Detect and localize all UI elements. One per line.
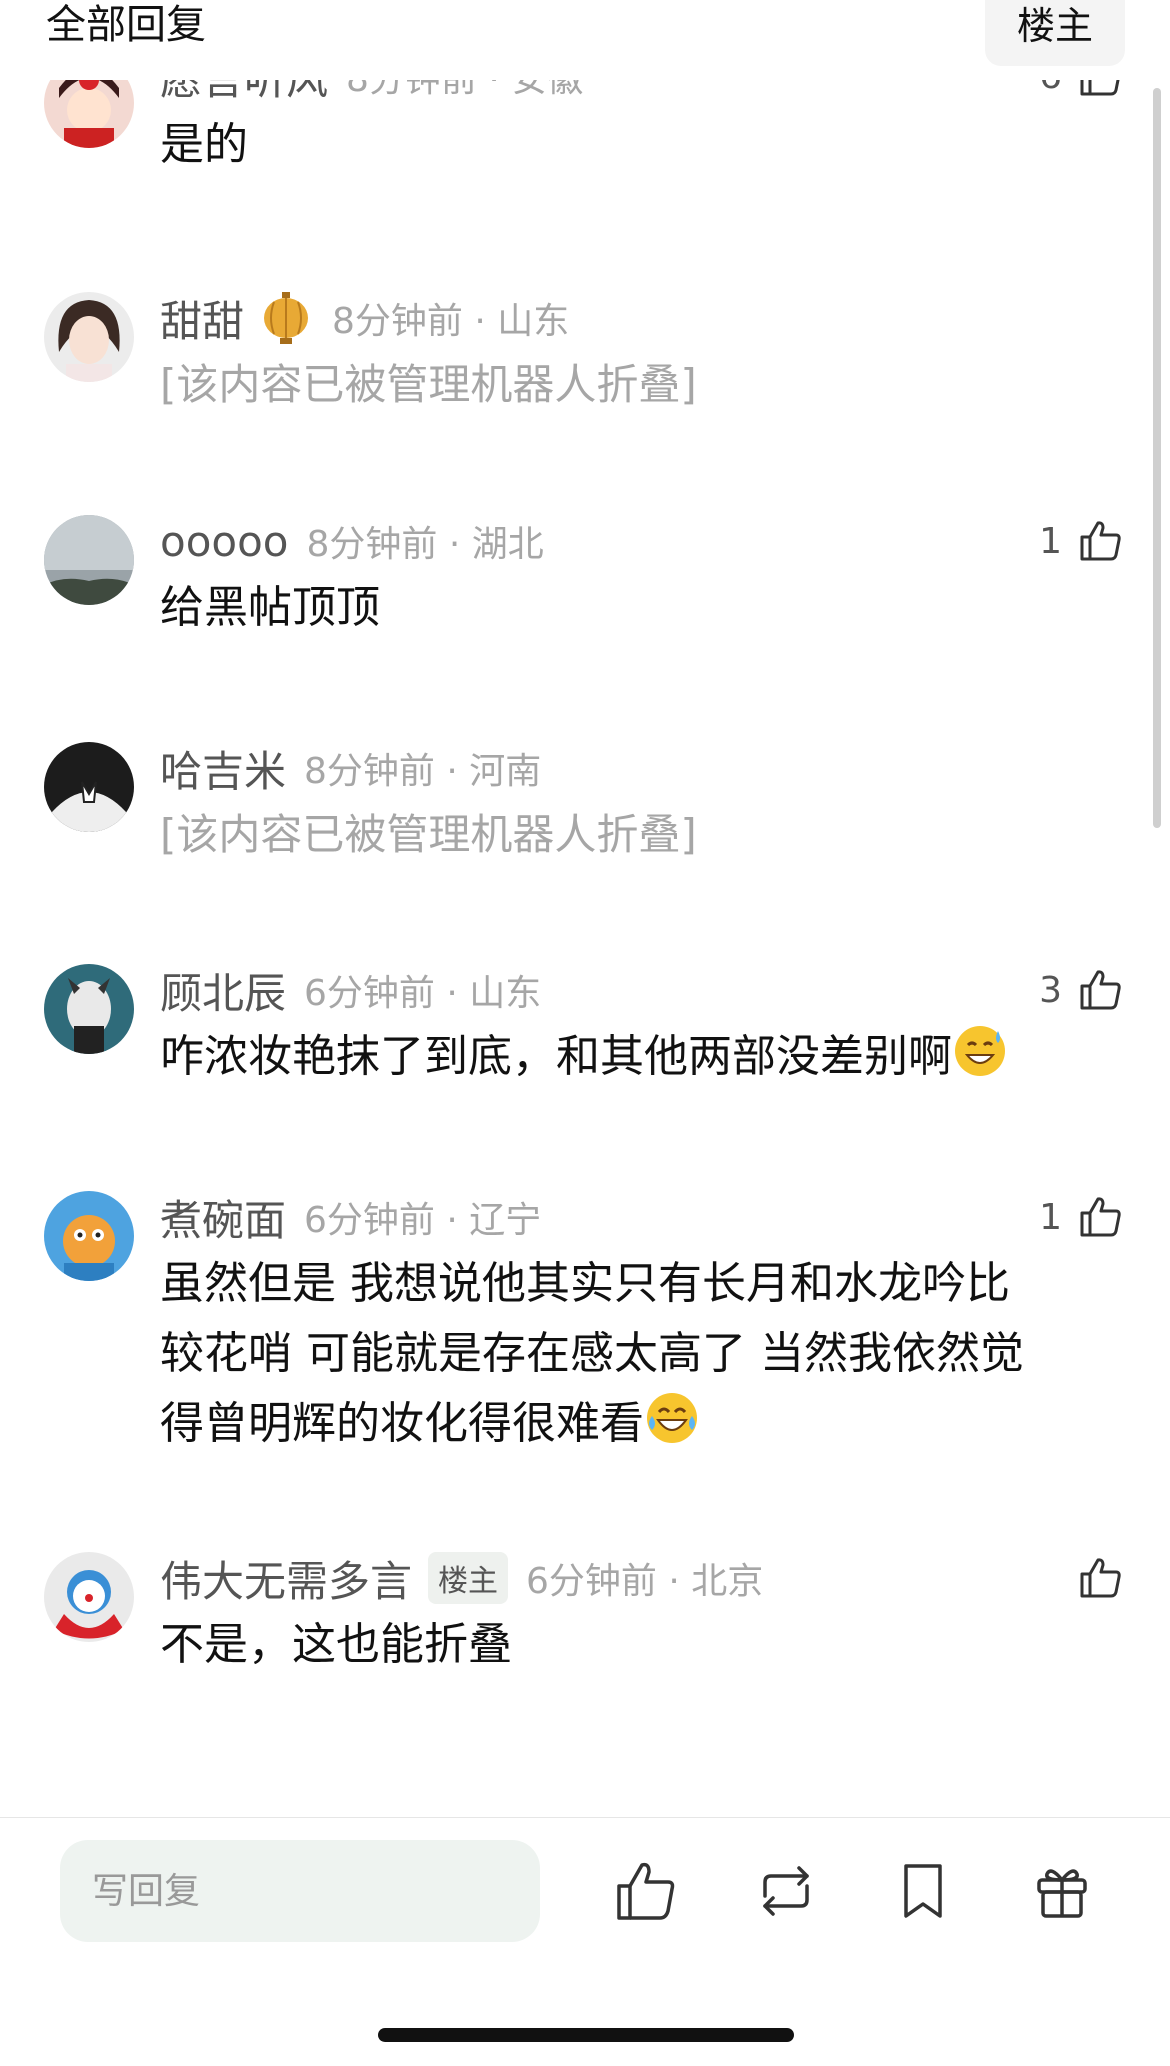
- thumbs-up-icon: [1076, 80, 1124, 100]
- username[interactable]: 伟大无需多言: [160, 1548, 412, 1609]
- avatar[interactable]: [44, 80, 134, 148]
- comment-meta: 伟大无需多言 楼主 6分钟前 · 北京: [160, 1550, 763, 1606]
- avatar[interactable]: [44, 742, 134, 832]
- comment-list[interactable]: 愿言听风 8分钟前 · 安徽 6 是的 甜甜 8分钟前 · 山东: [0, 80, 1170, 1817]
- time-location: 8分钟前 · 安徽: [346, 80, 583, 102]
- username[interactable]: 愿言听风: [160, 80, 328, 107]
- avatar[interactable]: [44, 515, 134, 605]
- bottom-bar: [0, 1817, 1170, 2066]
- username[interactable]: 煮碗面: [160, 1187, 286, 1248]
- like-count: 1: [1039, 520, 1062, 562]
- time-location: 8分钟前 · 湖北: [306, 524, 544, 565]
- header: 全部回复 楼主: [0, 0, 1170, 80]
- comment-meta: 甜甜 8分钟前 · 山东: [160, 290, 569, 346]
- comment-meta: 哈吉米 8分钟前 · 河南: [160, 740, 541, 796]
- username[interactable]: 哈吉米: [160, 738, 286, 799]
- like-button[interactable]: 6: [1039, 80, 1124, 104]
- owner-only-toggle[interactable]: 楼主: [985, 0, 1125, 66]
- thumbs-up-icon: [1076, 1193, 1124, 1241]
- comment-line: 较花哨 可能就是存在感太高了 当然我依然觉: [160, 1328, 1024, 1379]
- comment-line: 得曾明辉的妆化得很难看: [160, 1398, 644, 1449]
- sweat-smile-emoji: [952, 1023, 1008, 1079]
- comment-body: 咋浓妆艳抹了到底，和其他两部没差别啊: [160, 1022, 1120, 1092]
- gift-icon[interactable]: [1027, 1856, 1097, 1926]
- comment-text: 给黑帖顶顶: [160, 582, 380, 633]
- comment-text: 是的: [160, 119, 248, 170]
- thumbs-up-icon: [1076, 966, 1124, 1014]
- comment-text: 不是，这也能折叠: [160, 1619, 512, 1670]
- folded-notice[interactable]: [该内容已被管理机器人折叠]: [160, 800, 1120, 870]
- like-button[interactable]: 3: [1039, 962, 1124, 1018]
- comment-line-last: 得曾明辉的妆化得很难看: [160, 1389, 1120, 1459]
- time-location: 6分钟前 · 北京: [526, 1561, 764, 1602]
- bookmark-icon[interactable]: [888, 1856, 958, 1926]
- comment-line: 虽然但是 我想说他其实只有长月和水龙吟比: [160, 1258, 1010, 1309]
- time-location: 8分钟前 · 山东: [332, 301, 570, 342]
- like-count: 1: [1039, 1196, 1062, 1238]
- avatar[interactable]: [44, 1191, 134, 1281]
- thumbs-up-icon: [1076, 1554, 1124, 1602]
- time-location: 8分钟前 · 河南: [304, 751, 542, 792]
- comment-meta: 煮碗面 6分钟前 · 辽宁: [160, 1189, 541, 1245]
- username[interactable]: 顾北辰: [160, 960, 286, 1021]
- owner-tag: 楼主: [428, 1552, 509, 1604]
- comment-meta: ooooo 8分钟前 · 湖北: [160, 513, 544, 569]
- username[interactable]: 甜甜: [160, 288, 244, 349]
- comment-meta: 愿言听风 8分钟前 · 安徽: [160, 80, 583, 104]
- comment-meta: 顾北辰 6分钟前 · 山东: [160, 962, 541, 1018]
- repost-icon[interactable]: [751, 1856, 821, 1926]
- tears-of-joy-emoji: [644, 1390, 700, 1446]
- folded-notice[interactable]: [该内容已被管理机器人折叠]: [160, 350, 1120, 420]
- time-location: 6分钟前 · 辽宁: [304, 1200, 542, 1241]
- like-button[interactable]: 1: [1039, 1189, 1124, 1245]
- avatar[interactable]: [44, 292, 134, 382]
- app-root: 全部回复 楼主 愿言听风 8分钟前 · 安徽 6 是的: [0, 0, 1170, 2066]
- like-count: 3: [1039, 969, 1062, 1011]
- like-button[interactable]: [1076, 1550, 1124, 1606]
- thumbs-up-icon[interactable]: [610, 1856, 680, 1926]
- lantern-icon: [258, 290, 314, 346]
- scrollbar[interactable]: [1153, 88, 1161, 828]
- comment-text: 咋浓妆艳抹了到底，和其他两部没差别啊: [160, 1031, 952, 1082]
- avatar[interactable]: [44, 1552, 134, 1642]
- like-button[interactable]: 1: [1039, 513, 1124, 569]
- comment-body: 虽然但是 我想说他其实只有长月和水龙吟比 较花哨 可能就是存在感太高了 当然我依…: [160, 1249, 1120, 1459]
- username[interactable]: ooooo: [160, 517, 288, 566]
- avatar[interactable]: [44, 964, 134, 1054]
- reply-input[interactable]: [60, 1840, 540, 1942]
- thumbs-up-icon: [1076, 517, 1124, 565]
- page-title: 全部回复: [46, 2, 206, 48]
- home-indicator[interactable]: [378, 2028, 794, 2042]
- like-count: 6: [1039, 80, 1062, 97]
- time-location: 6分钟前 · 山东: [304, 973, 542, 1014]
